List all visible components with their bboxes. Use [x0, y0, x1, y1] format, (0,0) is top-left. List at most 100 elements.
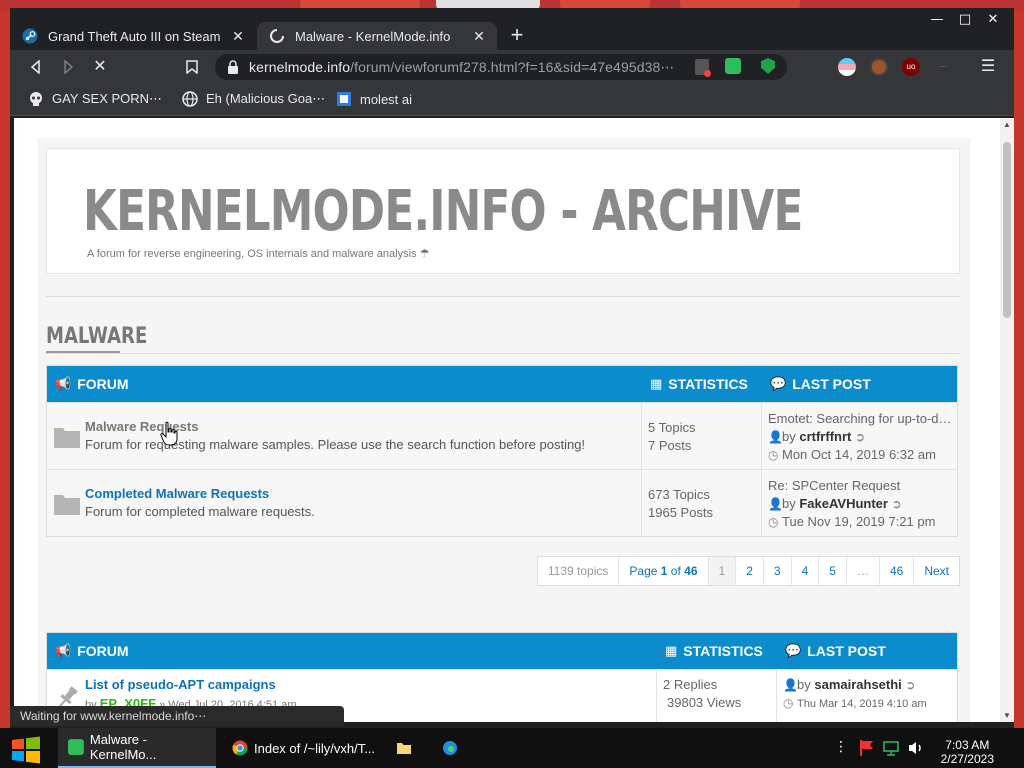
close-tab-icon[interactable]: ✕ [230, 28, 246, 45]
subforum-last-post: Emotet: Searching for up-to-d… 👤by crtfr… [761, 403, 957, 469]
lock-icon [228, 60, 238, 74]
system-clock[interactable]: 7:03 AM 2/27/2023 [941, 738, 994, 766]
menu-icon[interactable]: ☰ [976, 55, 1000, 79]
page-link[interactable]: 46 [878, 557, 913, 585]
last-post-user-link[interactable]: crtfrffnrt [799, 429, 851, 444]
page-viewport: KERNELMODE.INFO - ARCHIVE A forum for re… [14, 118, 1000, 722]
close-tab-icon[interactable]: ✕ [471, 28, 487, 45]
last-post-title-link[interactable]: Re: SPCenter Request [768, 477, 957, 495]
bookmark-item[interactable]: GAY SEX PORN⋯ [28, 91, 162, 107]
page-link[interactable]: 5 [818, 557, 846, 585]
clock-icon: ◷ [768, 448, 779, 462]
taskbar-item-chrome[interactable]: Index of /~lily/vxh/T... [222, 728, 380, 768]
forward-icon[interactable] [56, 55, 80, 79]
tab-steam[interactable]: Grand Theft Auto III on Steam ✕ [10, 22, 256, 50]
skull-icon [30, 92, 42, 106]
page-link[interactable]: 3 [762, 557, 791, 585]
subforum-title-link[interactable]: Completed Malware Requests [85, 486, 269, 501]
topic-title-link[interactable]: List of pseudo-APT campaigns [85, 677, 276, 692]
bar-chart-icon: ▦ [665, 643, 678, 658]
last-post-date: Thu Mar 14, 2019 4:10 am [797, 698, 927, 710]
tray-overflow-icon[interactable]: ⋮ [834, 738, 848, 758]
subforum-description: Forum for completed malware requests. [85, 504, 315, 519]
shield-extension-icon[interactable] [761, 58, 775, 74]
subforum-row: Completed Malware Requests Forum for com… [47, 469, 957, 536]
flag-extension-icon[interactable] [838, 58, 856, 76]
volume-icon[interactable] [906, 738, 926, 758]
page-indicator[interactable]: Page 1 of 46 [618, 557, 707, 585]
last-post-title-link[interactable]: Emotet: Searching for up-to-d… [768, 410, 957, 428]
last-post-date: Tue Nov 19, 2019 7:21 pm [782, 514, 936, 529]
extension-icon[interactable]: ⋯ [934, 58, 952, 76]
loading-spinner-icon [270, 29, 284, 43]
back-icon[interactable] [24, 55, 48, 79]
bookmark-star-icon[interactable] [180, 55, 204, 79]
topic-table-header: 📢 FORUM ▦ STATISTICS 💬 LAST POST [47, 633, 957, 669]
chrome-icon [232, 740, 248, 756]
header-forum: 📢 FORUM [55, 643, 129, 659]
network-icon[interactable] [882, 738, 902, 758]
edge-icon [443, 741, 457, 755]
speech-bubbles-icon: 💬 [785, 643, 802, 658]
tab-strip: Grand Theft Auto III on Steam ✕ Malware … [10, 18, 1014, 50]
header-last-post: 💬 LAST POST [785, 643, 886, 659]
address-bar[interactable]: kernelmode.info/forum/viewforumf278.html… [215, 54, 787, 80]
action-center-flag-icon[interactable] [858, 738, 876, 758]
topic-stats: 2 Replies 39803 Views [656, 670, 776, 722]
page-scrollbar[interactable]: ▲ ▼ [1000, 118, 1014, 722]
post-count: 1965 Posts [648, 505, 714, 520]
status-bubble: Waiting for www.kernelmode.info⋯ [10, 706, 344, 726]
megaphone-icon: 📢 [55, 643, 72, 658]
page-of: of [670, 564, 681, 578]
url-text: kernelmode.info/forum/viewforumf278.html… [249, 59, 674, 76]
bookmark-label: molest ai [360, 91, 413, 107]
site-title[interactable]: KERNELMODE.INFO - ARCHIVE [83, 179, 803, 244]
page-link[interactable]: 2 [735, 557, 763, 585]
header-statistics: ▦ STATISTICS [650, 376, 748, 392]
bookmark-label: Eh (Malicious Goa⋯ [206, 91, 326, 106]
tab-title: Grand Theft Auto III on Steam [48, 28, 221, 44]
hand-cursor-icon [160, 421, 178, 446]
view-latest-post-icon[interactable]: ➲ [855, 428, 869, 446]
bookmark-item[interactable]: Eh (Malicious Goa⋯ [182, 91, 325, 107]
windows-start-icon[interactable] [10, 736, 42, 764]
taskbar: Malware - KernelMo... Index of /~lily/vx… [0, 728, 1024, 768]
taskbar-item-edge[interactable] [432, 728, 468, 768]
folder-icon [54, 428, 80, 448]
taskbar-item-label: Malware - KernelMo... [89, 732, 157, 762]
spotify-extension-icon[interactable] [725, 58, 741, 74]
user-icon: 👤 [768, 497, 783, 511]
clock-date: 2/27/2023 [940, 752, 994, 766]
tab-kernelmode[interactable]: Malware - KernelMode.info ✕ [257, 22, 497, 50]
scroll-down-icon[interactable]: ▼ [1003, 711, 1011, 720]
view-latest-post-icon[interactable]: ➲ [905, 676, 919, 694]
subforum-row: Malware Requests Forum for requesting ma… [47, 402, 957, 469]
divider [46, 353, 960, 354]
steam-icon [22, 28, 38, 44]
topic-last-post: 👤by samairahsethi ➲ ◷ Thu Mar 14, 2019 4:… [776, 670, 958, 722]
extension-shield-icon[interactable] [695, 59, 711, 77]
subforum-title-link[interactable]: Malware Requests [85, 419, 198, 434]
section-title[interactable]: MALWARE [46, 324, 147, 349]
scrollbar-thumb[interactable] [1003, 142, 1011, 318]
ublock-origin-icon[interactable]: uo [902, 58, 920, 76]
taskbar-item-browser[interactable]: Malware - KernelMo... [58, 728, 216, 768]
header-statistics-label: STATISTICS [683, 643, 763, 659]
view-latest-post-icon[interactable]: ➲ [892, 495, 906, 513]
bar-chart-icon: ▦ [650, 376, 663, 391]
site-description-text: A forum for reverse engineering, OS inte… [87, 248, 417, 260]
bookmark-item[interactable]: molest ai [336, 91, 412, 107]
avatar-extension-icon[interactable] [870, 58, 888, 76]
user-icon: 👤 [768, 430, 783, 444]
next-page-link[interactable]: Next [913, 557, 959, 585]
new-tab-icon[interactable]: + [505, 24, 529, 48]
scroll-up-icon[interactable]: ▲ [1003, 120, 1011, 129]
topic-count: 5 Topics [648, 420, 696, 435]
taskbar-item-explorer[interactable] [386, 728, 422, 768]
by-label: by [797, 677, 811, 692]
stop-loading-icon[interactable]: ✕ [88, 55, 112, 79]
page-link[interactable]: 4 [790, 557, 819, 585]
last-post-user-link[interactable]: FakeAVHunter [799, 496, 888, 511]
spotify-app-icon [68, 739, 84, 755]
last-post-user-link[interactable]: samairahsethi [814, 677, 901, 692]
